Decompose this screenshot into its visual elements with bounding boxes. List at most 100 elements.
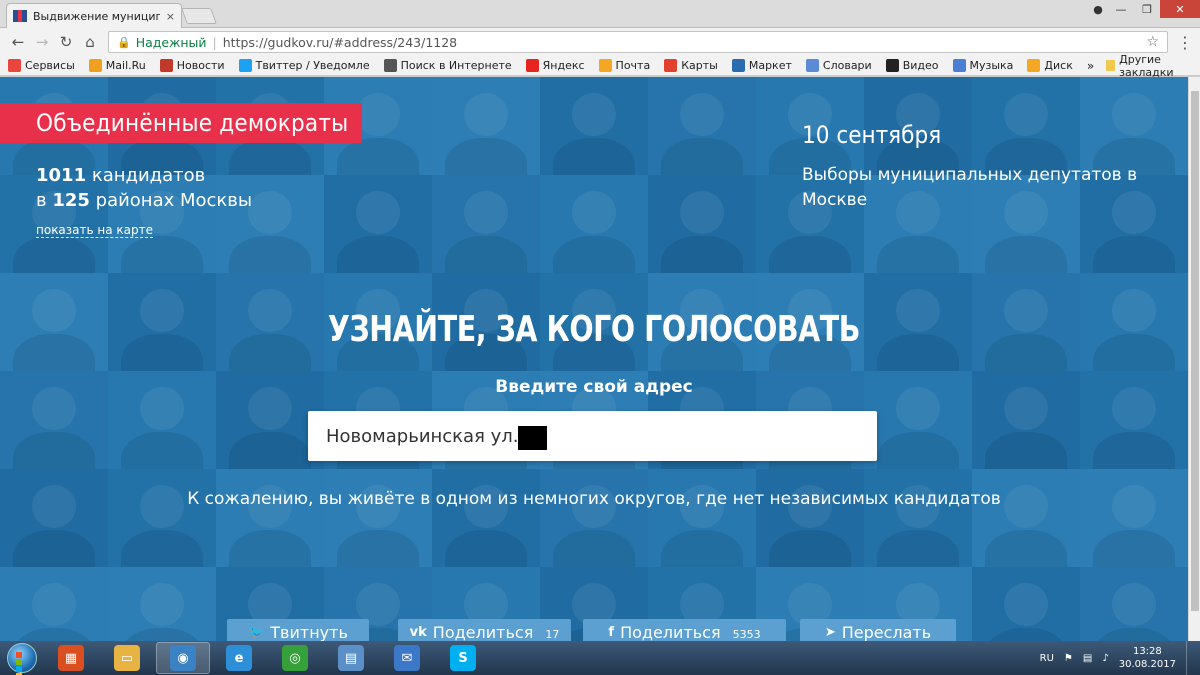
- share-label: Поделиться: [432, 623, 534, 641]
- bookmark-star-icon[interactable]: ☆: [1146, 34, 1159, 50]
- bookmark-label: Карты: [681, 59, 718, 72]
- result-notice: К сожалению, вы живёте в одном из немног…: [187, 489, 1001, 509]
- bookmark-item[interactable]: Диск: [1027, 59, 1073, 72]
- skype-icon: S: [450, 645, 476, 671]
- close-window-icon[interactable]: ✕: [1160, 0, 1200, 18]
- mail-app-icon: ✉: [394, 645, 420, 671]
- news-icon: [159, 59, 173, 72]
- taskbar-app[interactable]: ▤: [324, 642, 378, 674]
- facebook-icon: f: [608, 625, 615, 640]
- taskbar-app[interactable]: ✉: [380, 642, 434, 674]
- clock[interactable]: 13:28 30.08.2017: [1119, 645, 1176, 671]
- back-icon[interactable]: ←: [6, 30, 30, 54]
- district-prefix: в: [36, 190, 53, 211]
- show-map-link[interactable]: показать на карте: [36, 223, 154, 238]
- share-label: Поделиться: [620, 623, 721, 641]
- taskbar-app[interactable]: ◎: [268, 642, 322, 674]
- district-number: 125: [52, 190, 90, 211]
- address-prompt: Введите свой адрес: [495, 377, 693, 397]
- music-icon: [952, 59, 966, 72]
- browser-tab[interactable]: Выдвижение муниципа ×: [6, 3, 182, 28]
- more-bookmarks-icon[interactable]: »: [1087, 59, 1094, 73]
- share-button-vk[interactable]: vk Поделиться 17: [398, 619, 571, 641]
- internet-explorer-icon: e: [226, 645, 252, 671]
- file-explorer-icon: ▭: [114, 645, 140, 671]
- twitter-icon: 🐦: [248, 625, 265, 640]
- language-indicator[interactable]: RU: [1040, 653, 1054, 664]
- share-button-facebook[interactable]: f Поделиться 5353: [583, 619, 786, 641]
- folder-icon: [1106, 60, 1116, 71]
- share-button-twitter[interactable]: 🐦 Твитнуть: [227, 619, 369, 641]
- bookmark-item[interactable]: Сервисы: [8, 59, 75, 72]
- address-bar[interactable]: 🔒 Надежный | https://gudkov.ru/#address/…: [108, 31, 1168, 53]
- windows-logo-icon: [7, 643, 37, 675]
- share-button-telegram[interactable]: ➤ Переслать: [800, 619, 956, 641]
- bookmark-label: Музыка: [969, 59, 1014, 72]
- tray-network-icon[interactable]: ▤: [1083, 653, 1092, 664]
- show-desktop-button[interactable]: [1186, 641, 1200, 675]
- telegram-icon: ➤: [824, 625, 836, 640]
- bookmark-item[interactable]: Музыка: [952, 59, 1014, 72]
- tab-close-icon[interactable]: ×: [166, 10, 175, 23]
- address-input[interactable]: [308, 411, 877, 461]
- tray-flag-icon[interactable]: ⚑: [1064, 653, 1073, 664]
- mailru-icon: [88, 59, 102, 72]
- bookmark-label: Твиттер / Уведомле: [255, 59, 370, 72]
- bookmark-item[interactable]: Новости: [159, 59, 225, 72]
- home-icon[interactable]: ⌂: [78, 30, 102, 54]
- start-button[interactable]: [0, 641, 44, 675]
- windows-flag-icon: ▦: [58, 645, 84, 671]
- tray-volume-icon[interactable]: ♪: [1102, 653, 1108, 664]
- taskbar-app[interactable]: e: [212, 642, 266, 674]
- brand-banner[interactable]: Объединённые демократы: [0, 103, 363, 143]
- windows-taskbar: ▦ ▭ ◉ e ◎ ▤ ✉ S RU ⚑ ▤ ♪ 13:28 30.08.2017: [0, 641, 1200, 675]
- bookmark-item[interactable]: Видео: [885, 59, 939, 72]
- browser-menu-icon[interactable]: ⋮: [1172, 33, 1198, 52]
- mail-icon: [598, 59, 612, 72]
- window-controls: ● — ❐ ✕: [1088, 0, 1200, 18]
- election-date: 10 сентября: [802, 121, 942, 149]
- taskbar-app[interactable]: ◉: [156, 642, 210, 674]
- other-bookmarks-label: Другие закладки: [1119, 52, 1174, 79]
- profile-icon[interactable]: ●: [1088, 0, 1108, 18]
- reload-icon[interactable]: ↻: [54, 30, 78, 54]
- taskbar-app[interactable]: ▦: [44, 642, 98, 674]
- bookmark-item[interactable]: Яндекс: [525, 59, 585, 72]
- bookmark-item[interactable]: Маркет: [731, 59, 792, 72]
- restore-icon[interactable]: ❐: [1134, 0, 1160, 18]
- bookmark-label: Видео: [902, 59, 939, 72]
- other-bookmarks[interactable]: Другие закладки: [1106, 53, 1188, 79]
- share-label: Переслать: [841, 623, 932, 641]
- bookmark-item[interactable]: Почта: [598, 59, 650, 72]
- bookmark-label: Яндекс: [542, 59, 585, 72]
- bookmark-item[interactable]: Поиск в Интернете: [383, 59, 512, 72]
- bookmark-item[interactable]: Mail.Ru: [88, 59, 146, 72]
- scrollbar-thumb[interactable]: [1191, 91, 1199, 611]
- site-favicon-icon: [13, 10, 28, 22]
- address-separator: |: [212, 34, 217, 50]
- clock-date: 30.08.2017: [1118, 659, 1176, 670]
- bookmark-label: Mail.Ru: [105, 59, 146, 72]
- share-buttons: 🐦 Твитнуть vk Поделиться 17 f Поделиться 5353 ➤ П…: [0, 619, 1188, 641]
- bookmark-item[interactable]: Карты: [664, 59, 718, 72]
- vk-icon: vk: [409, 625, 427, 640]
- new-tab-button[interactable]: [181, 8, 217, 24]
- url-text: https://gudkov.ru/#address/243/1128: [222, 34, 458, 50]
- control-panel-icon: ▤: [338, 645, 364, 671]
- taskbar-app[interactable]: S: [436, 642, 490, 674]
- bookmarks-bar: Сервисы Mail.Ru Новости Твиттер / Уведомле П…: [0, 53, 1200, 79]
- taskbar-app[interactable]: ▭: [100, 642, 154, 674]
- web-page: Объединённые демократы 1011 кандидатов в…: [0, 77, 1188, 641]
- bookmark-label: Маркет: [748, 59, 792, 72]
- yandex-icon: [525, 59, 539, 72]
- blue-overlay: [0, 77, 1188, 641]
- tab-bar: Выдвижение муниципа × ● — ❐ ✕: [0, 0, 1200, 28]
- forward-icon[interactable]: →: [30, 30, 54, 54]
- bookmark-label: Словари: [822, 59, 872, 72]
- bookmark-item[interactable]: Твиттер / Уведомле: [238, 59, 370, 72]
- minimize-icon[interactable]: —: [1108, 0, 1134, 18]
- search-icon: [383, 59, 397, 72]
- page-scrollbar[interactable]: [1188, 77, 1200, 641]
- election-description: Выборы муниципальных депутатов в Москве: [802, 165, 1138, 210]
- bookmark-item[interactable]: Словари: [805, 59, 872, 72]
